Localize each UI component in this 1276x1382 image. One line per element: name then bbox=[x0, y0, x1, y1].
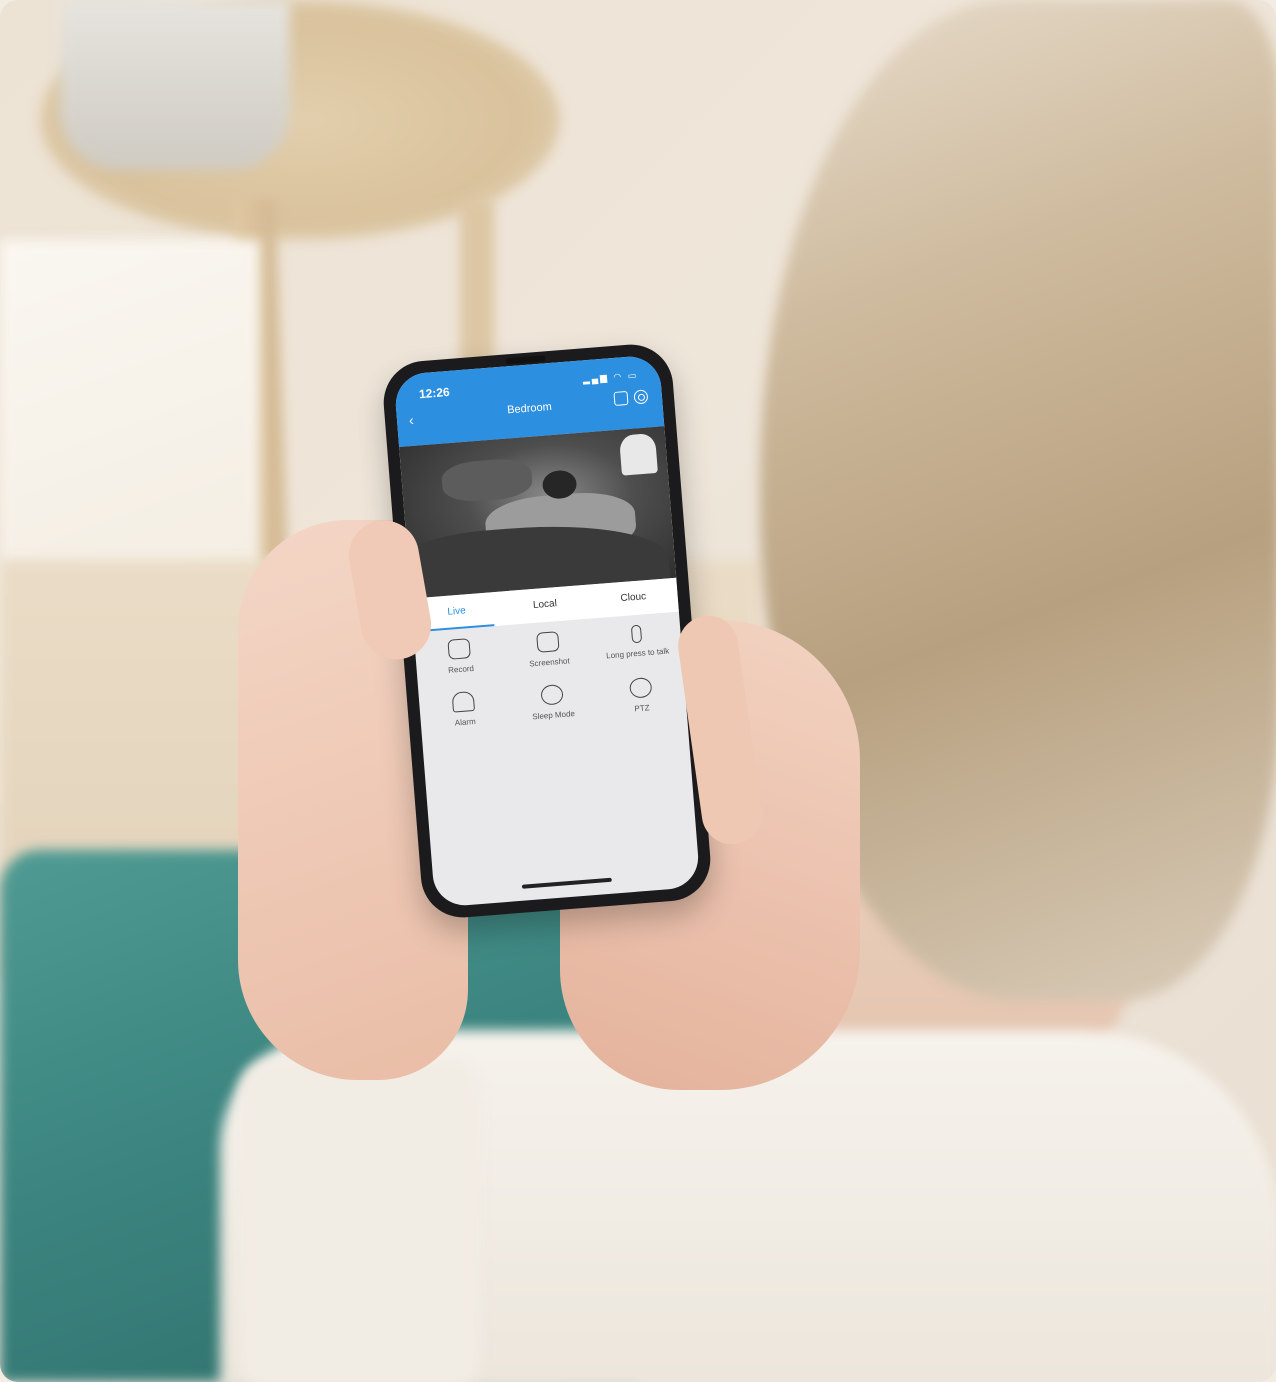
home-indicator[interactable] bbox=[521, 877, 612, 889]
talk-button[interactable]: Long press to talk bbox=[591, 622, 682, 664]
record-label: Record bbox=[447, 663, 475, 675]
screenshot-label: Screenshot bbox=[528, 656, 570, 669]
control-grid: Record Screenshot Long press to talk Ala… bbox=[414, 622, 686, 731]
ptz-label: PTZ bbox=[634, 703, 650, 714]
talk-label: Long press to talk bbox=[605, 646, 670, 661]
photo-scene: 12:26 ▂▄▆ ◠ ▭ ‹ Bedroom Live Local Clouc… bbox=[0, 0, 1276, 1382]
record-button[interactable]: Record bbox=[414, 635, 505, 677]
alarm-button[interactable]: Alarm bbox=[419, 688, 510, 730]
tab-cloud[interactable]: Clouc bbox=[588, 578, 679, 619]
bell-icon bbox=[451, 690, 476, 713]
moon-icon bbox=[540, 683, 564, 706]
gear-icon[interactable] bbox=[633, 389, 649, 405]
microphone-icon bbox=[630, 624, 642, 644]
ptz-icon bbox=[628, 677, 653, 699]
ptz-button[interactable]: PTZ bbox=[595, 674, 686, 716]
mug bbox=[60, 0, 290, 170]
camera-feed[interactable] bbox=[399, 426, 677, 599]
sleep-mode-button[interactable]: Sleep Mode bbox=[507, 681, 598, 723]
status-icons: ▂▄▆ ◠ ▭ bbox=[582, 370, 639, 385]
video-record-icon bbox=[447, 638, 472, 660]
phone-screen: 12:26 ▂▄▆ ◠ ▭ ‹ Bedroom Live Local Clouc… bbox=[393, 354, 701, 908]
camera-icon bbox=[536, 631, 560, 653]
message-icon[interactable] bbox=[613, 390, 629, 407]
status-time: 12:26 bbox=[418, 384, 451, 402]
feed-lamp bbox=[618, 432, 658, 476]
feed-pillow bbox=[440, 456, 534, 504]
alarm-label: Alarm bbox=[454, 716, 476, 728]
sleep-mode-label: Sleep Mode bbox=[531, 709, 576, 722]
screenshot-button[interactable]: Screenshot bbox=[503, 629, 594, 671]
tab-local[interactable]: Local bbox=[499, 585, 590, 626]
sweater-sleeve bbox=[240, 1060, 480, 1382]
header-actions bbox=[613, 389, 649, 407]
